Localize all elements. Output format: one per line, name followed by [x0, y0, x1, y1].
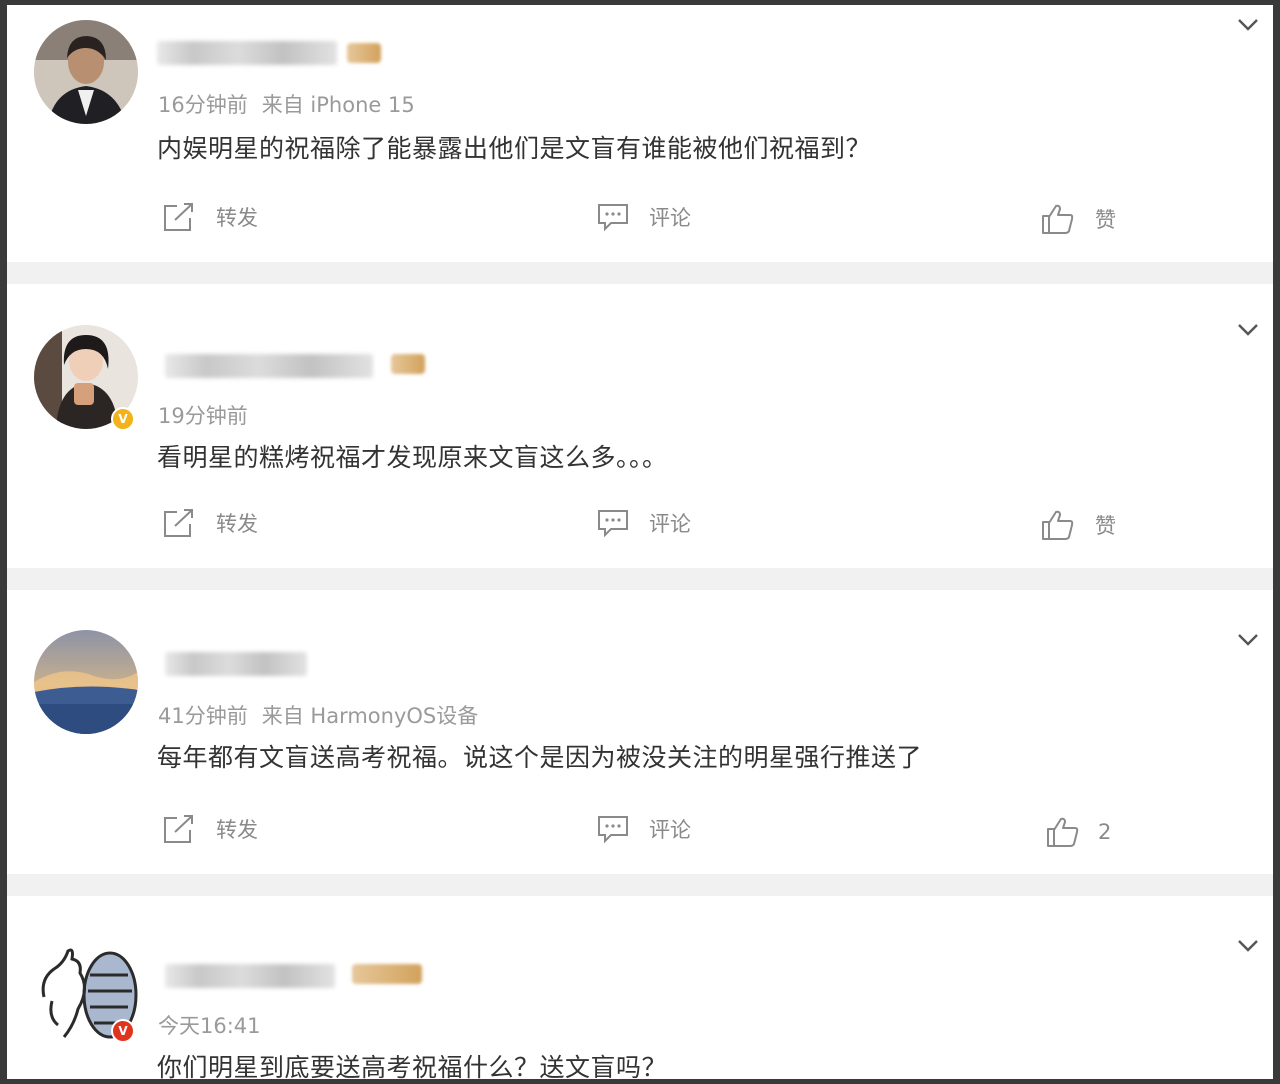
- verified-badge: V: [111, 407, 135, 431]
- comment-button[interactable]: 评论: [597, 814, 691, 844]
- like-button[interactable]: 赞: [1041, 509, 1116, 541]
- repost-button[interactable]: 转发: [162, 508, 258, 538]
- comment-text: 每年都有文盲送高考祝福。说这个是因为被没关注的明星强行推送了: [157, 743, 923, 772]
- like-count: 2: [1098, 820, 1112, 844]
- timestamp: 今天16:41: [158, 1014, 261, 1038]
- like-icon: [1042, 510, 1074, 540]
- verified-badge: V: [111, 1019, 135, 1043]
- repost-button[interactable]: 转发: [162, 814, 258, 844]
- comment-icon: [598, 510, 628, 538]
- comment-card: 16分钟前 来自 iPhone 15 内娱明星的祝福除了能暴露出他们是文盲有谁能被…: [7, 5, 1273, 262]
- like-button[interactable]: 2: [1046, 816, 1111, 848]
- comment-meta: 41分钟前 来自 HarmonyOS设备: [158, 700, 478, 730]
- like-icon: [1042, 204, 1074, 234]
- repost-label: 转发: [216, 206, 258, 230]
- chevron-down-icon[interactable]: [1237, 939, 1259, 953]
- like-icon: [1047, 817, 1079, 847]
- comment-text: 看明星的糕烤祝福才发现原来文盲这么多。。。: [157, 443, 668, 472]
- like-label: 赞: [1095, 208, 1116, 232]
- comment-label: 评论: [649, 818, 691, 842]
- comment-label: 评论: [649, 206, 691, 230]
- timestamp: 19分钟前: [158, 404, 248, 428]
- comment-text: 你们明星到底要送高考祝福什么？送文盲吗？: [157, 1053, 668, 1079]
- repost-label: 转发: [216, 512, 258, 536]
- comment-button[interactable]: 评论: [597, 202, 691, 232]
- comment-text: 内娱明星的祝福除了能暴露出他们是文盲有谁能被他们祝福到？: [157, 134, 872, 163]
- comment-meta: 16分钟前 来自 iPhone 15: [158, 89, 415, 119]
- username[interactable]: [165, 354, 373, 378]
- timestamp: 41分钟前: [158, 704, 248, 728]
- repost-icon: [164, 815, 193, 843]
- comment-card: 41分钟前 来自 HarmonyOS设备 每年都有文盲送高考祝福。说这个是因为被没…: [7, 590, 1273, 874]
- avatar[interactable]: [34, 630, 138, 734]
- like-button[interactable]: 赞: [1041, 203, 1116, 235]
- comment-icon: [598, 204, 628, 232]
- repost-icon: [164, 203, 193, 231]
- repost-icon: [164, 509, 193, 537]
- level-badge: [391, 354, 425, 374]
- comment-button[interactable]: 评论: [597, 508, 691, 538]
- comment-label: 评论: [649, 512, 691, 536]
- repost-label: 转发: [216, 818, 258, 842]
- level-badge: [347, 43, 381, 63]
- username[interactable]: [165, 964, 335, 988]
- like-label: 赞: [1095, 514, 1116, 538]
- chevron-down-icon[interactable]: [1237, 18, 1259, 32]
- comment-card: V 19分钟前 看明星的糕烤祝福才发现原来文盲这么多。。。 转发 评论 赞: [7, 284, 1273, 568]
- avatar[interactable]: [34, 20, 138, 124]
- username[interactable]: [165, 652, 307, 676]
- repost-button[interactable]: 转发: [162, 202, 258, 232]
- timestamp: 16分钟前: [158, 93, 248, 117]
- comment-meta: 19分钟前: [158, 400, 248, 430]
- source: 来自 HarmonyOS设备: [261, 704, 479, 728]
- source: 来自 iPhone 15: [261, 93, 415, 117]
- chevron-down-icon[interactable]: [1237, 633, 1259, 647]
- comment-icon: [598, 816, 628, 844]
- level-badge: [352, 964, 422, 984]
- comment-feed: 16分钟前 来自 iPhone 15 内娱明星的祝福除了能暴露出他们是文盲有谁能被…: [7, 5, 1273, 1079]
- username[interactable]: [157, 41, 337, 65]
- chevron-down-icon[interactable]: [1237, 323, 1259, 337]
- comment-card: V 今天16:41 你们明星到底要送高考祝福什么？送文盲吗？: [7, 896, 1273, 1079]
- comment-meta: 今天16:41: [158, 1010, 261, 1040]
